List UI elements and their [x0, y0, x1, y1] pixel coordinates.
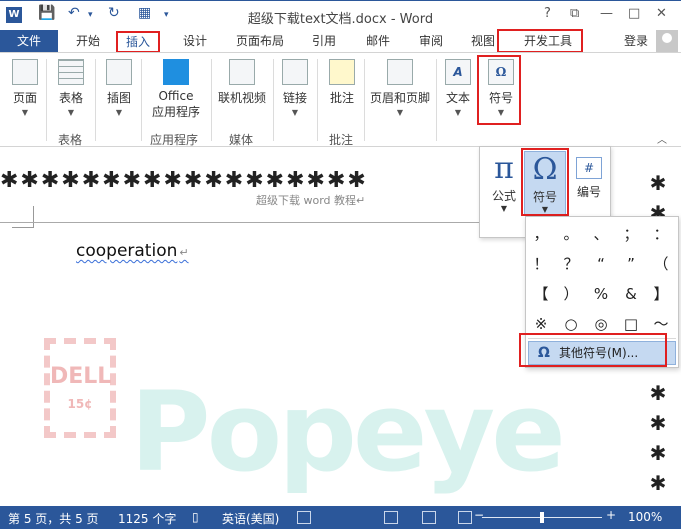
symbol-button-highlight: [477, 55, 521, 125]
chevron-down-icon: ▼: [396, 108, 404, 117]
print-layout-icon[interactable]: [422, 511, 436, 524]
symbol-dropdown-highlight: [521, 148, 569, 216]
symbol-cell[interactable]: ；: [616, 219, 646, 249]
chevron-down-icon: ▼: [500, 204, 508, 213]
text-box-icon: A: [445, 59, 471, 85]
symbol-cell[interactable]: ：: [646, 219, 676, 249]
comment-button[interactable]: 批注: [325, 59, 359, 106]
symbol-cell[interactable]: ！: [526, 249, 556, 279]
zoom-out-button[interactable]: −: [474, 508, 484, 522]
pi-icon: π: [494, 151, 514, 186]
numbering-button[interactable]: # 编号: [568, 151, 610, 215]
symbol-cell[interactable]: ）: [556, 279, 586, 309]
text-button[interactable]: A 文本 ▼: [441, 59, 475, 117]
collapse-ribbon-icon[interactable]: ︿: [657, 131, 667, 146]
chevron-down-icon: ▼: [21, 108, 29, 117]
symbol-cell[interactable]: ”: [616, 249, 646, 279]
title-bar: W 💾 ↶ ▾ ↻ ▦ ▾ 超级下载text文档.docx - Word ? ⧉…: [0, 0, 681, 30]
illustrations-button[interactable]: 插图 ▼: [101, 59, 137, 117]
symbol-cell[interactable]: 【: [526, 279, 556, 309]
office-store-icon: [163, 59, 189, 85]
header-footer-icon: [387, 59, 413, 85]
word-count[interactable]: 1125 个字: [118, 510, 176, 527]
tab-design[interactable]: 设计: [183, 30, 207, 52]
symbol-cell[interactable]: （: [646, 249, 676, 279]
dell-watermark: DELL 15¢: [44, 338, 116, 438]
symbol-cell[interactable]: 】: [646, 279, 676, 309]
link-button[interactable]: 链接 ▼: [279, 59, 311, 117]
read-mode-icon[interactable]: [384, 511, 398, 524]
header-line: [0, 222, 481, 223]
page-icon: [12, 59, 38, 85]
minimize-button[interactable]: —: [600, 6, 613, 21]
tab-home[interactable]: 开始: [76, 30, 100, 52]
table-button[interactable]: 表格 ▼: [54, 59, 88, 117]
help-button[interactable]: ?: [544, 6, 551, 21]
symbol-cell[interactable]: “: [586, 249, 616, 279]
header-star-border: ✱✱✱✱✱✱✱✱✱✱✱✱✱✱✱✱✱✱: [0, 168, 368, 193]
tab-mailings[interactable]: 邮件: [366, 30, 390, 52]
maximize-icon[interactable]: □: [628, 6, 640, 21]
tab-review[interactable]: 审阅: [419, 30, 443, 52]
zoom-in-button[interactable]: +: [606, 508, 616, 522]
group-label-comments: 批注: [329, 133, 354, 147]
page-count[interactable]: 第 5 页，共 5 页: [8, 510, 99, 527]
developer-tab-highlight: [497, 29, 583, 53]
margin-corner-mark: [12, 206, 34, 228]
film-icon: [229, 59, 255, 85]
symbol-cell[interactable]: 。: [556, 219, 586, 249]
popeye-watermark: Popeye: [130, 368, 566, 496]
tab-insert[interactable]: 插入: [116, 31, 161, 53]
tab-page-layout[interactable]: 页面布局: [236, 30, 284, 52]
zoom-level[interactable]: 100%: [628, 510, 662, 524]
web-layout-icon[interactable]: [458, 511, 472, 524]
tab-file[interactable]: 文件: [0, 30, 58, 52]
more-symbols-highlight: [519, 333, 667, 367]
ribbon-display-icon[interactable]: ⧉: [570, 6, 579, 21]
symbol-cell[interactable]: &: [616, 279, 646, 309]
zoom-slider-thumb[interactable]: [540, 512, 544, 523]
chevron-down-icon: ▼: [115, 108, 123, 117]
group-label-table: 表格: [58, 133, 83, 147]
online-video-button[interactable]: 联机视频: [216, 59, 268, 106]
link-icon: [282, 59, 308, 85]
tab-references[interactable]: 引用: [312, 30, 336, 52]
avatar[interactable]: [656, 30, 678, 52]
chevron-down-icon: ▼: [67, 108, 75, 117]
symbol-cell[interactable]: ？: [556, 249, 586, 279]
ribbon-insert: 页面 ▼ 表格 ▼ 表格 插图 ▼ Office 应用程序 应用程序 联机视频 …: [0, 52, 681, 147]
table-icon: [58, 59, 84, 85]
chevron-down-icon: ▼: [291, 108, 299, 117]
symbol-cell[interactable]: 、: [586, 219, 616, 249]
symbol-cell[interactable]: ，: [526, 219, 556, 249]
close-button[interactable]: ✕: [656, 6, 667, 21]
office-apps-button[interactable]: Office 应用程序: [146, 59, 206, 120]
body-text[interactable]: cooperation ↵: [76, 241, 189, 261]
chevron-down-icon: ▼: [454, 108, 462, 117]
login-link[interactable]: 登录: [624, 30, 648, 52]
page-header-text: 超级下载 word 教程↵: [256, 194, 366, 207]
equation-button[interactable]: π 公式 ▼: [483, 151, 525, 215]
ribbon-tabs: 文件 开始 插入 设计 页面布局 引用 邮件 审阅 视图 开发工具 登录: [0, 29, 681, 53]
status-bar: 第 5 页，共 5 页 1125 个字 ▯ 英语(美国) − + 100%: [0, 506, 681, 529]
macro-record-icon[interactable]: [297, 511, 311, 524]
comment-icon: [329, 59, 355, 85]
paragraph-mark: ↵: [179, 246, 189, 259]
group-label-apps: 应用程序: [150, 133, 199, 147]
group-label-media: 媒体: [229, 133, 254, 147]
tab-view[interactable]: 视图: [471, 30, 495, 52]
page-button[interactable]: 页面 ▼: [8, 59, 42, 117]
picture-icon: [106, 59, 132, 85]
symbol-cell[interactable]: %: [586, 279, 616, 309]
number-icon: #: [576, 157, 602, 179]
proofing-icon[interactable]: ▯: [192, 510, 199, 524]
header-footer-button[interactable]: 页眉和页脚 ▼: [368, 59, 432, 117]
language-indicator[interactable]: 英语(美国): [222, 510, 279, 527]
